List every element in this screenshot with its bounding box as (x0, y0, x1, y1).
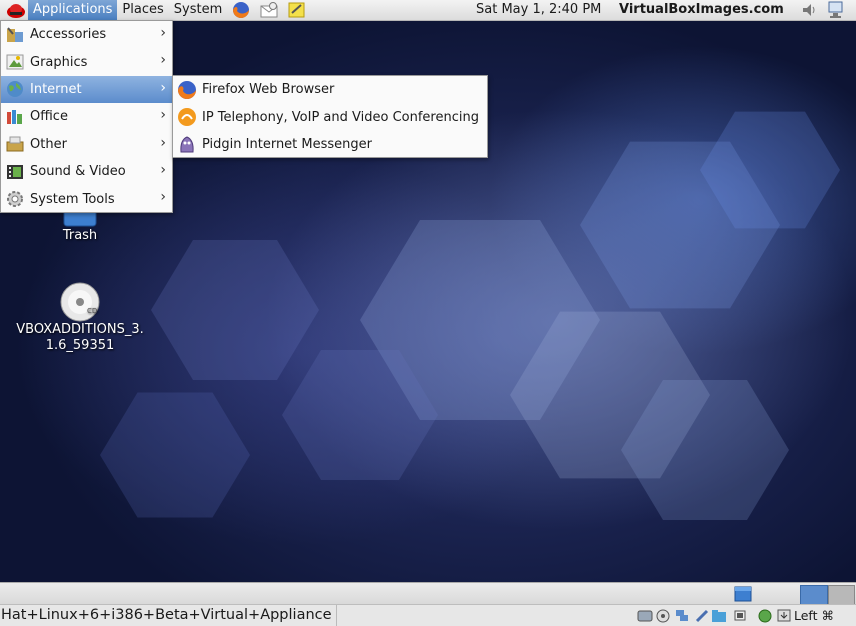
menu-item-ekiga[interactable]: IP Telephony, VoIP and Video Conferencin… (173, 103, 487, 130)
cpu-virtualization-icon[interactable] (732, 608, 748, 623)
hexagon-decoration (621, 380, 789, 520)
menu-item-office[interactable]: Office › (1, 103, 172, 130)
brand-watermark: VirtualBoxImages.com (619, 2, 784, 17)
graphics-icon (5, 52, 25, 72)
office-icon (5, 107, 25, 127)
desktop-icon-label: Trash (62, 228, 98, 243)
ekiga-icon (177, 107, 197, 127)
bottom-panel (0, 582, 856, 605)
cd-icon: CD (60, 282, 100, 322)
desktop-icon-label: VBOXADDITIONS_3. 1.6_59351 (16, 322, 144, 353)
pidgin-icon (177, 134, 197, 154)
usb-icon[interactable] (694, 608, 710, 623)
sound-video-icon (5, 162, 25, 182)
other-icon (5, 134, 25, 154)
workspace-2[interactable] (828, 585, 855, 605)
submenu-arrow-icon: › (160, 79, 166, 96)
system-tools-icon (5, 189, 25, 209)
menu-item-sound-video[interactable]: Sound & Video › (1, 158, 172, 185)
svg-text:CD: CD (87, 307, 97, 315)
submenu-arrow-icon: › (160, 52, 166, 69)
hexagon-decoration (100, 392, 250, 518)
submenu-arrow-icon: › (160, 107, 166, 124)
workspace-1[interactable] (800, 585, 828, 605)
optical-drive-icon[interactable] (655, 608, 671, 623)
network-adapter-icon[interactable] (674, 608, 690, 623)
network-icon[interactable] (826, 1, 846, 19)
bottom-area: Hat+Linux+6+i386+Beta+Virtual+Appliance … (0, 582, 856, 626)
firefox-launcher-icon[interactable] (230, 1, 252, 19)
menu-item-label: Graphics (30, 54, 88, 70)
desktop-icon-vboxadditions[interactable]: CD VBOXADDITIONS_3. 1.6_59351 (14, 282, 146, 354)
menu-item-label: Sound & Video (30, 164, 126, 180)
menu-item-accessories[interactable]: Accessories › (1, 21, 172, 48)
menu-item-label: Firefox Web Browser (202, 82, 335, 98)
window-title: Hat+Linux+6+i386+Beta+Virtual+Appliance (0, 605, 337, 626)
menu-item-label: Other (30, 136, 67, 152)
system-menu[interactable]: System (169, 0, 227, 20)
firefox-icon (177, 80, 197, 100)
menu-item-pidgin[interactable]: Pidgin Internet Messenger (173, 131, 487, 158)
host-key-indicator: Left ⌘ (794, 608, 834, 623)
submenu-arrow-icon: › (160, 189, 166, 206)
volume-icon[interactable] (799, 1, 819, 19)
applications-menu[interactable]: Applications (28, 0, 118, 20)
accessories-icon (5, 25, 25, 45)
menu-item-label: Pidgin Internet Messenger (202, 136, 372, 152)
vbox-statusbar: Hat+Linux+6+i386+Beta+Virtual+Appliance … (0, 604, 856, 626)
menu-item-internet[interactable]: Internet › (1, 75, 172, 104)
redhat-logo-icon[interactable] (6, 1, 26, 19)
menu-item-firefox[interactable]: Firefox Web Browser (173, 76, 487, 103)
keyboard-capture-icon[interactable] (776, 608, 792, 623)
menu-item-label: System Tools (30, 191, 115, 207)
menu-item-label: Accessories (30, 27, 107, 43)
hard-disk-icon[interactable] (637, 608, 653, 623)
email-launcher-icon[interactable] (258, 1, 280, 19)
menu-item-label: Office (30, 109, 68, 125)
menu-item-graphics[interactable]: Graphics › (1, 48, 172, 75)
places-menu[interactable]: Places (117, 0, 168, 20)
shared-folders-icon[interactable] (711, 608, 727, 623)
applications-dropdown: Accessories › Graphics › Internet › Office ›… (0, 20, 173, 213)
menu-item-other[interactable]: Other › (1, 131, 172, 158)
submenu-arrow-icon: › (160, 25, 166, 41)
menu-item-label: Internet (30, 81, 82, 97)
notes-launcher-icon[interactable] (286, 1, 308, 19)
hexagon-decoration (700, 111, 840, 229)
menu-item-system-tools[interactable]: System Tools › (1, 185, 172, 212)
submenu-arrow-icon: › (160, 134, 166, 151)
clock[interactable]: Sat May 1, 2:40 PM (476, 0, 601, 20)
mouse-integration-icon[interactable] (757, 608, 773, 623)
menu-item-label: IP Telephony, VoIP and Video Conferencin… (202, 109, 479, 125)
internet-submenu: Firefox Web Browser IP Telephony, VoIP a… (172, 75, 488, 158)
internet-globe-icon (5, 79, 25, 99)
top-panel: Applications Places System Sat May 1, 2:… (0, 0, 856, 21)
submenu-arrow-icon: › (160, 161, 166, 178)
show-desktop-icon[interactable] (734, 586, 752, 602)
hexagon-decoration (282, 350, 438, 480)
